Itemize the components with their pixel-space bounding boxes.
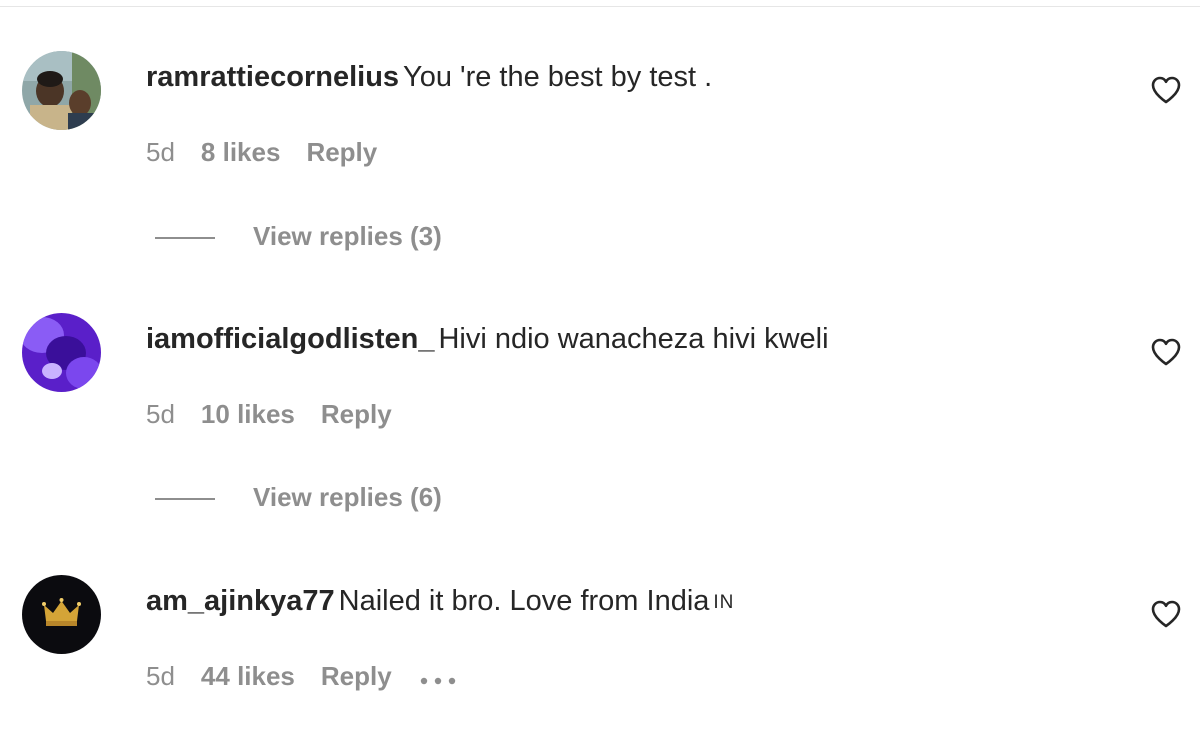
comment-meta: 5d 10 likes Reply: [146, 397, 418, 431]
comment-meta: 5d 44 likes Reply: [146, 659, 484, 695]
comment-line: am_ajinkya77 Nailed it bro. Love from Ind…: [146, 583, 734, 621]
more-options-icon[interactable]: [418, 661, 458, 695]
flag-code: IN: [713, 592, 735, 613]
top-divider: [0, 6, 1200, 7]
comment-username[interactable]: iamofficialgodlisten_: [146, 323, 434, 355]
heart-outline-icon[interactable]: [1150, 599, 1182, 629]
reply-button[interactable]: Reply: [321, 399, 392, 429]
avatar[interactable]: [22, 575, 101, 654]
comment-item: iamofficialgodlisten_ Hivi ndio wanacheza…: [0, 313, 1200, 433]
comment-item: ramrattiecornelius You 're the best by te…: [0, 51, 1200, 171]
comment-text: Hivi ndio wanacheza hivi kweli: [438, 323, 829, 355]
view-replies-label: View replies (6): [253, 482, 442, 512]
comment-line: ramrattiecornelius You 're the best by te…: [146, 59, 712, 95]
comment-username[interactable]: ramrattiecornelius: [146, 61, 399, 93]
avatar[interactable]: [22, 313, 101, 392]
reply-button[interactable]: Reply: [321, 661, 392, 691]
view-replies-button[interactable]: View replies (6): [155, 480, 442, 514]
comment-age: 5d: [146, 661, 175, 691]
replies-dash: [155, 237, 215, 240]
comment-likes[interactable]: 8 likes: [201, 137, 281, 167]
comment-line: iamofficialgodlisten_ Hivi ndio wanacheza…: [146, 321, 829, 357]
comment-age: 5d: [146, 399, 175, 429]
view-replies-button[interactable]: View replies (3): [155, 219, 442, 253]
heart-outline-icon[interactable]: [1150, 337, 1182, 367]
comment-text: You 're the best by test .: [403, 61, 713, 93]
avatar[interactable]: [22, 51, 101, 130]
comment-item: am_ajinkya77 Nailed it bro. Love from Ind…: [0, 575, 1200, 695]
comment-text: Nailed it bro. Love from India: [338, 585, 710, 617]
reply-button[interactable]: Reply: [306, 137, 377, 167]
comment-age: 5d: [146, 137, 175, 167]
comment-meta: 5d 8 likes Reply: [146, 135, 403, 169]
replies-dash: [155, 498, 215, 501]
heart-outline-icon[interactable]: [1150, 75, 1182, 105]
comment-likes[interactable]: 44 likes: [201, 661, 295, 691]
comment-username[interactable]: am_ajinkya77: [146, 585, 335, 617]
view-replies-label: View replies (3): [253, 221, 442, 251]
comment-likes[interactable]: 10 likes: [201, 399, 295, 429]
